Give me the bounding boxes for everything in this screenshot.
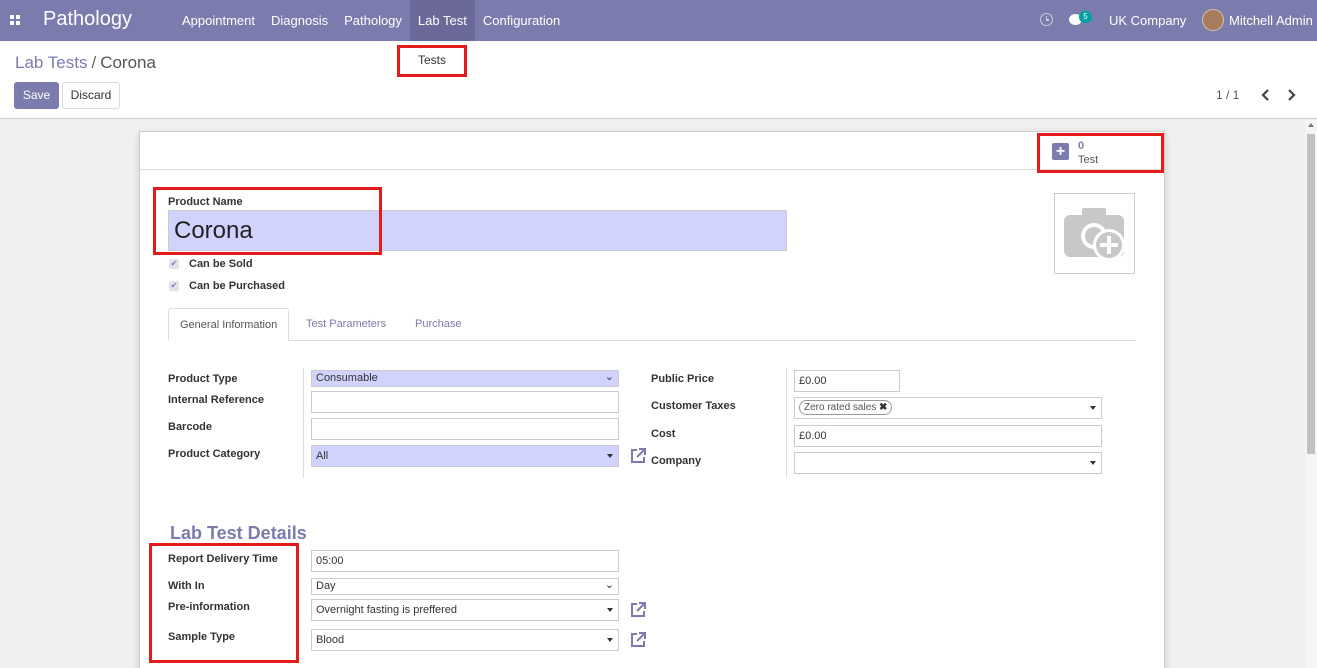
caret-down-icon [1090,406,1096,410]
within-label: With In [168,580,205,592]
tab-purchase[interactable]: Purchase [404,308,472,341]
product-type-value: Consumable [316,372,378,384]
scroll-up-arrow-icon[interactable] [1308,123,1314,127]
test-smart-button[interactable]: + 0 Test [1052,138,1152,168]
sample-type-select[interactable]: Blood [311,629,619,651]
caret-down-icon [607,638,613,642]
tax-tag: Zero rated sales ✖ [799,400,893,415]
menu-configuration[interactable]: Configuration [475,0,568,41]
dropdown-item-tests[interactable]: Tests [400,48,464,72]
product-name-label: Product Name [168,196,243,208]
apps-menu-icon[interactable] [10,15,20,25]
caret-down-icon [1090,461,1096,465]
cost-input[interactable]: £0.00 [794,425,1102,447]
plus-square-icon: + [1052,143,1069,160]
public-price-label: Public Price [651,373,714,385]
top-navbar: Pathology Appointment Diagnosis Patholog… [0,0,1317,41]
save-button[interactable]: Save [14,82,59,109]
tax-tag-label: Zero rated sales [804,402,877,413]
chevron-down-icon: ⌄ [604,371,614,383]
camera-add-icon [1064,208,1125,261]
column-separator-left [303,368,304,478]
product-image-upload[interactable] [1054,193,1135,274]
control-panel: Lab Tests / Corona Save Discard 1 / 1 [0,41,1317,119]
breadcrumb-current: Corona [100,53,156,72]
chevron-left-icon[interactable] [1259,88,1273,102]
main-menu: Appointment Diagnosis Pathology Lab Test… [174,0,568,41]
barcode-input[interactable] [311,418,619,440]
scrollbar[interactable] [1305,120,1317,668]
scrollbar-thumb[interactable] [1307,134,1315,454]
pager-value[interactable]: 1 / 1 [1216,88,1239,102]
caret-down-icon [607,608,613,612]
internal-reference-label: Internal Reference [168,394,264,406]
product-name-input[interactable]: Corona [168,210,787,251]
pre-information-select[interactable]: Overnight fasting is preffered [311,599,619,621]
sample-type-value: Blood [316,634,345,646]
menu-appointment[interactable]: Appointment [174,0,263,41]
can-be-purchased-label: Can be Purchased [189,280,285,292]
within-select[interactable]: Day ⌄ [311,578,619,595]
pre-information-label: Pre-information [168,601,250,613]
caret-down-icon [607,454,613,458]
remove-tag-icon[interactable]: ✖ [879,402,887,413]
lab-test-details-title: Lab Test Details [170,523,307,543]
product-type-select[interactable]: Consumable ⌄ [311,370,619,387]
breadcrumb: Lab Tests / Corona [15,53,156,73]
sample-type-label: Sample Type [168,631,236,643]
customer-taxes-label: Customer Taxes [651,400,736,412]
barcode-label: Barcode [168,421,213,433]
external-link-icon[interactable] [629,601,647,619]
product-category-select[interactable]: All [311,445,619,467]
chevron-down-icon: ⌄ [604,579,614,591]
smart-button-box: + 0 Test [140,132,1164,170]
within-value: Day [316,580,336,592]
can-be-sold-checkbox[interactable]: ✔ [169,259,179,269]
chat-count-badge: 5 [1079,11,1092,23]
public-price-input[interactable]: £0.00 [794,370,900,392]
external-link-icon[interactable] [629,447,647,465]
can-be-sold-label: Can be Sold [189,258,253,270]
menu-pathology[interactable]: Pathology [336,0,410,41]
product-category-value: All [316,450,329,462]
column-separator-right [786,368,787,478]
report-delivery-time-label: Report Delivery Time [168,553,278,565]
form-sheet: + 0 Test Product Name Corona ✔ Can be So… [139,131,1165,668]
breadcrumb-parent-link[interactable]: Lab Tests [15,53,87,72]
discard-button[interactable]: Discard [62,82,120,109]
company-switcher[interactable]: UK Company [1109,13,1186,28]
user-avatar[interactable] [1202,9,1224,31]
report-delivery-time-input[interactable]: 05:00 [311,550,619,572]
menu-lab-test[interactable]: Lab Test [409,0,475,41]
menu-diagnosis[interactable]: Diagnosis [263,0,336,41]
user-menu[interactable]: Mitchell Admin [1229,13,1313,28]
smart-button-value: 0 [1078,140,1085,152]
smart-button-label: Test [1078,154,1099,166]
customer-taxes-input[interactable]: Zero rated sales ✖ [794,397,1102,419]
external-link-icon[interactable] [629,631,647,649]
activity-clock-icon[interactable] [1040,13,1053,26]
app-title: Pathology [43,8,132,30]
cost-label: Cost [651,428,676,440]
can-be-purchased-checkbox[interactable]: ✔ [169,281,179,291]
internal-reference-input[interactable] [311,391,619,413]
product-type-label: Product Type [168,373,238,385]
form-tabs: General Information Test Parameters Purc… [168,308,1136,341]
tab-test-parameters[interactable]: Test Parameters [295,308,397,341]
company-label: Company [651,455,702,467]
product-category-label: Product Category [168,448,261,460]
chevron-right-icon[interactable] [1284,88,1298,102]
company-select[interactable] [794,452,1102,474]
tab-general-information[interactable]: General Information [168,308,290,341]
pre-information-value: Overnight fasting is preffered [316,604,458,616]
breadcrumb-separator: / [91,53,97,72]
lab-test-dropdown: Tests [399,47,465,75]
